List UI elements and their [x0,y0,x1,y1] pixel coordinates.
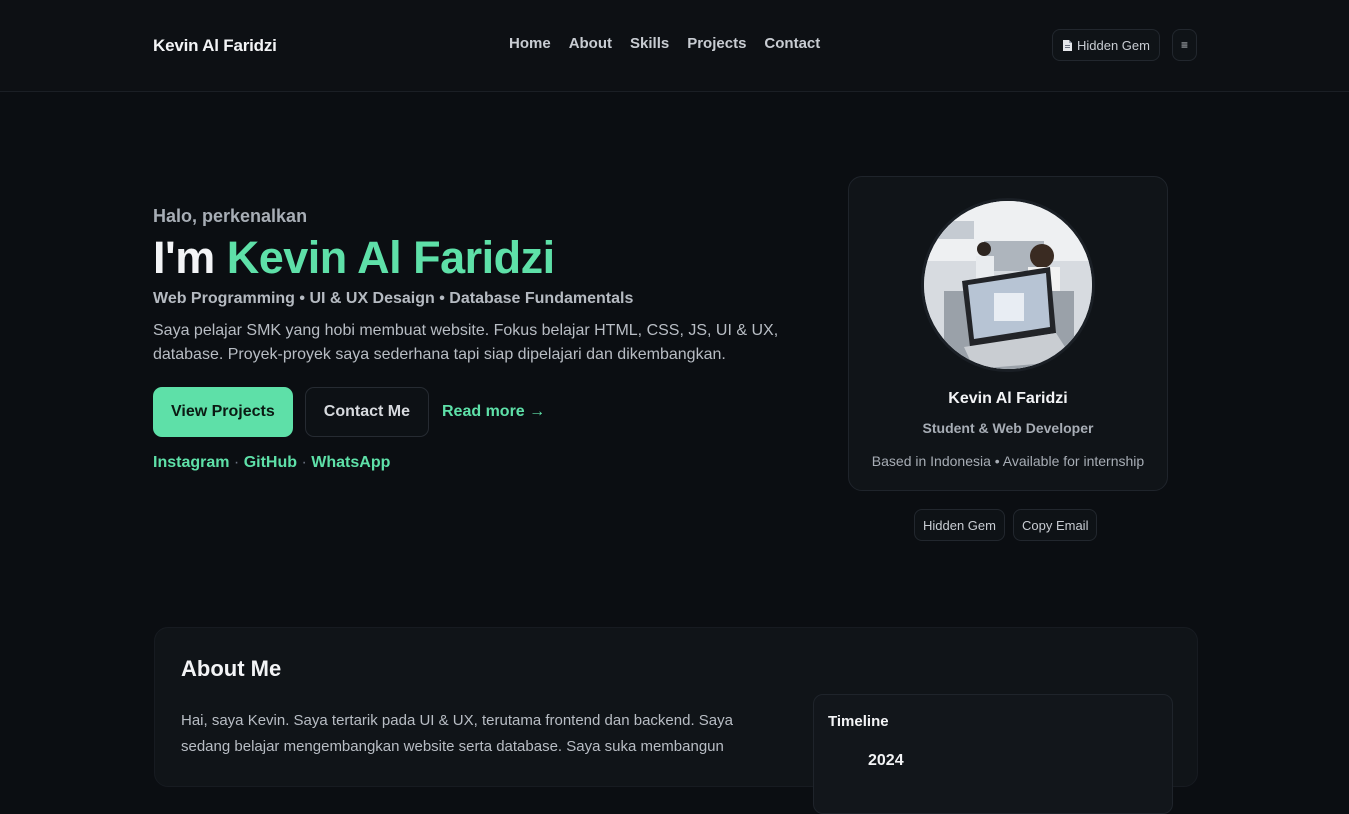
social-links: Instagram · GitHub · WhatsApp [153,454,793,472]
document-icon [1063,39,1072,51]
whatsapp-link[interactable]: WhatsApp [311,454,390,471]
contact-me-button[interactable]: Contact Me [304,387,429,437]
brand-logo[interactable]: Kevin Al Faridzi [153,36,277,56]
nav-skills[interactable]: Skills [630,35,669,52]
view-projects-button[interactable]: View Projects [153,387,293,437]
hero-title-name: Kevin Al Faridzi [226,232,555,283]
menu-icon: ≡ [1180,38,1188,52]
github-link[interactable]: GitHub [244,454,297,471]
avatar [924,201,1092,369]
hidden-gem-header-button[interactable]: Hidden Gem [1052,29,1160,61]
timeline-title: Timeline [828,713,889,730]
hero-section: Halo, perkenalkan I'm Kevin Al Faridzi W… [153,206,793,472]
about-title: About Me [181,656,282,681]
menu-button[interactable]: ≡ [1172,29,1197,61]
profile-name: Kevin Al Faridzi [948,390,1068,407]
hero-actions: View Projects Contact Me Read more → [153,387,793,437]
copy-email-button[interactable]: Copy Email [1012,509,1098,541]
hero-title: I'm Kevin Al Faridzi [153,231,793,285]
profile-location: Based in Indonesia • Available for inter… [871,453,1145,469]
avatar-photo [924,201,1092,369]
nav-contact[interactable]: Contact [764,35,820,52]
hero-title-prefix: I'm [153,232,215,283]
hidden-gem-header-label: Hidden Gem [1077,37,1150,53]
profile-card: Kevin Al Faridzi Student & Web Developer… [848,176,1168,491]
site-header: Kevin Al Faridzi Home About Skills Proje… [0,0,1349,92]
hero-description: Saya pelajar SMK yang hobi membuat websi… [153,322,779,363]
profile-chips: Hidden Gem Copy Email [914,509,1098,541]
hero-roles: Web Programming • UI & UX Desaign • Data… [153,290,634,307]
timeline-card: Timeline 2024 [813,694,1173,814]
main-nav: Home About Skills Projects Contact [509,35,820,52]
about-section: About Me Hai, saya Kevin. Saya tertarik … [154,627,1198,814]
nav-about[interactable]: About [569,35,612,52]
profile-role: Student & Web Developer [922,420,1094,436]
nav-home[interactable]: Home [509,35,551,52]
hidden-gem-button[interactable]: Hidden Gem [914,509,1005,541]
nav-projects[interactable]: Projects [687,35,746,52]
read-more-link[interactable]: Read more → [442,403,545,421]
instagram-link[interactable]: Instagram [153,454,229,471]
social-separator: · [233,454,240,471]
hero-greeting: Halo, perkenalkan [153,206,308,226]
about-text: Hai, saya Kevin. Saya tertarik pada UI &… [181,712,733,755]
timeline-year: 2024 [868,752,904,769]
social-separator: · [301,454,307,471]
